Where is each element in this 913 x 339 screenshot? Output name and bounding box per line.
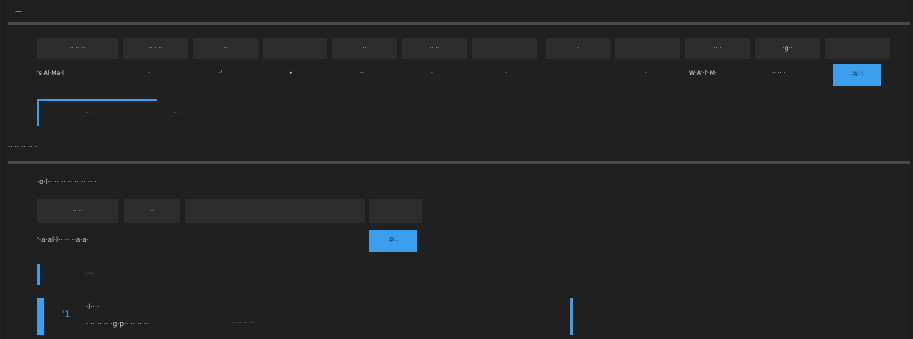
table-cell: • xyxy=(289,70,293,77)
row-label: '·a·al·l·· ·· ··a·a· xyxy=(37,236,89,244)
table-cell: ·· ·· · xyxy=(772,70,786,77)
column-header-2[interactable]: ·· · ·· xyxy=(123,38,188,59)
list-item-description: · ·· ·· ·· ·g·p·· ·· ·· ·· xyxy=(86,320,149,328)
column-header-12[interactable] xyxy=(825,38,890,59)
section-divider xyxy=(8,161,910,164)
row-action-button[interactable]: ·P·· xyxy=(369,230,417,252)
column-header-9[interactable] xyxy=(615,38,680,59)
column-header-11[interactable]: ·g·· xyxy=(755,38,820,59)
column-marker xyxy=(570,298,573,335)
column-header-7[interactable] xyxy=(472,38,537,59)
list-item-title: ·l·· · xyxy=(86,303,100,311)
section-title: ·o·l·· ·· ·· ·· ·· ·· ·· · xyxy=(37,178,97,186)
column-header-1[interactable]: ·· ·· ·· xyxy=(37,38,118,59)
active-tab-indicator xyxy=(37,99,157,126)
table-cell: ·· xyxy=(360,70,364,77)
table-cell: · xyxy=(431,70,433,77)
list-item-marker xyxy=(37,298,44,335)
column-header-4[interactable] xyxy=(263,38,327,59)
list-item-link[interactable]: ··'· xyxy=(86,271,93,278)
item-icon: '1 xyxy=(62,310,71,320)
table-cell: W·A'·l'·M· xyxy=(689,70,717,77)
tab-1[interactable]: ·· xyxy=(85,110,89,117)
section-label: ·· ·· ·· ·· · xyxy=(8,143,37,151)
column-header-4[interactable] xyxy=(369,199,422,223)
row-action-button[interactable]: ·'A'·'· xyxy=(833,64,881,86)
page-title: — xyxy=(15,7,22,15)
column-header-3[interactable]: ·· xyxy=(193,38,258,59)
table-cell: · xyxy=(148,70,150,77)
table-cell: · xyxy=(645,70,647,77)
row-name: 's Al·Ma·l xyxy=(37,70,64,77)
column-header-3[interactable] xyxy=(185,199,365,223)
column-header-5[interactable]: ·· xyxy=(332,38,397,59)
table-cell: ·' xyxy=(219,70,223,77)
column-header-2[interactable]: ·· xyxy=(124,199,180,223)
column-header-1[interactable]: ·· ·· xyxy=(37,199,118,223)
column-header-8[interactable]: · xyxy=(546,38,610,59)
list-item-marker xyxy=(37,264,40,285)
list-item-link[interactable]: ·· ·· ·· ·· xyxy=(232,320,253,327)
column-header-10[interactable]: ·· · xyxy=(685,38,750,59)
table-cell: · xyxy=(505,70,507,77)
column-header-6[interactable]: ·· ·· xyxy=(402,38,467,59)
top-divider xyxy=(8,22,910,25)
tab-2[interactable]: ·· xyxy=(173,110,177,117)
